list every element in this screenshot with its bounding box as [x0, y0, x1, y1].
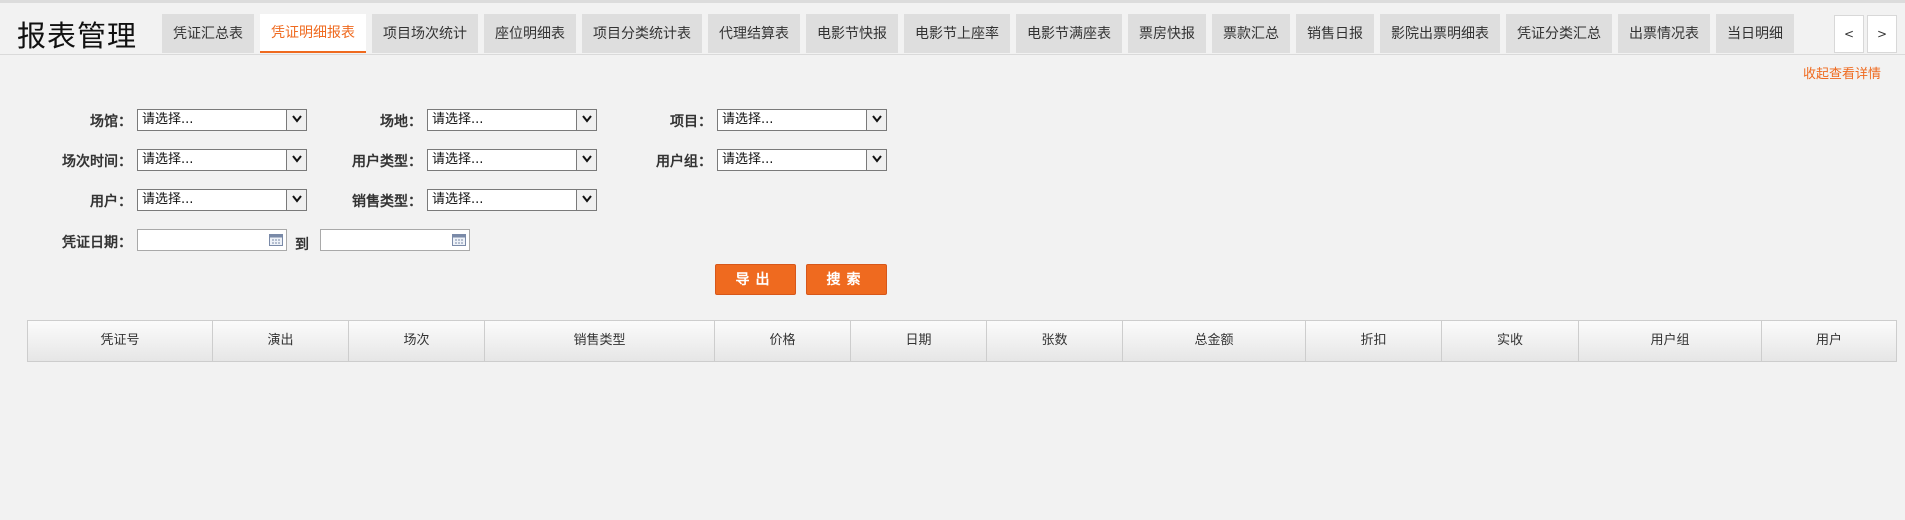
voucher-date-label: 凭证日期：: [62, 235, 132, 251]
voucher-date-to-input[interactable]: [320, 229, 470, 251]
user-type-label: 用户类型：: [352, 154, 422, 170]
calendar-icon[interactable]: [452, 234, 466, 250]
column-header-session[interactable]: 场次: [349, 321, 485, 361]
sale-type-select[interactable]: 请选择...: [427, 189, 597, 211]
tab-prev-button[interactable]: <: [1834, 15, 1864, 53]
project-select-value: 请选择...: [722, 112, 774, 127]
column-header-performance[interactable]: 演出: [213, 321, 349, 361]
user-group-select[interactable]: 请选择...: [717, 149, 887, 171]
chevron-down-icon: [576, 190, 596, 210]
tab-agent-settlement[interactable]: 代理结算表: [708, 14, 800, 53]
column-header-voucher-no[interactable]: 凭证号: [28, 321, 213, 361]
user-group-select-value: 请选择...: [722, 152, 774, 167]
site-label: 场地：: [380, 114, 422, 130]
column-header-price[interactable]: 价格: [715, 321, 851, 361]
venue-select-value: 请选择...: [142, 112, 194, 127]
column-header-total-amount[interactable]: 总金额: [1123, 321, 1306, 361]
calendar-icon[interactable]: [269, 234, 283, 250]
user-select-value: 请选择...: [142, 192, 194, 207]
column-header-quantity[interactable]: 张数: [987, 321, 1123, 361]
project-label: 项目：: [670, 114, 712, 130]
page-title: 报表管理: [17, 19, 138, 53]
tab-film-fest-flash[interactable]: 电影节快报: [806, 14, 898, 53]
report-tab-bar: 凭证汇总表 凭证明细报表 项目场次统计 座位明细表 项目分类统计表 代理结算表 电影节快报电…: [162, 14, 1827, 54]
project-select[interactable]: 请选择...: [717, 109, 887, 131]
date-range-to-label: 到: [295, 237, 309, 253]
column-header-user[interactable]: 用户: [1762, 321, 1896, 361]
chevron-down-icon: [286, 110, 306, 130]
report-table-header: 凭证号 演出 场次 销售类型 价格 日期 张数 总金额 折扣 实收 用户组 用户: [27, 320, 1897, 362]
export-button[interactable]: 导出: [715, 264, 796, 295]
chevron-down-icon: [286, 190, 306, 210]
tab-next-button[interactable]: >: [1867, 15, 1897, 53]
sale-type-select-value: 请选择...: [432, 192, 484, 207]
tab-voucher-summary[interactable]: 凭证汇总表: [162, 14, 254, 53]
tab-seat-detail[interactable]: 座位明细表: [484, 14, 576, 53]
site-select-value: 请选择...: [432, 112, 484, 127]
tab-film-fest-occupancy[interactable]: 电影节上座率: [904, 14, 1010, 53]
tab-ticket-issue-status[interactable]: 出票情况表: [1618, 14, 1710, 53]
sale-type-label: 销售类型：: [352, 194, 422, 210]
venue-select[interactable]: 请选择...: [137, 109, 307, 131]
tab-film-fest-full-house[interactable]: 电影节满座表: [1016, 14, 1122, 53]
column-header-discount[interactable]: 折扣: [1306, 321, 1442, 361]
tab-cinema-ticket-detail[interactable]: 影院出票明细表: [1380, 14, 1500, 53]
site-select[interactable]: 请选择...: [427, 109, 597, 131]
chevron-down-icon: [866, 150, 886, 170]
venue-label: 场馆：: [90, 114, 132, 130]
session-time-select[interactable]: 请选择...: [137, 149, 307, 171]
tab-ticket-revenue-summary[interactable]: 票款汇总: [1212, 14, 1290, 53]
column-header-received[interactable]: 实收: [1442, 321, 1579, 361]
voucher-date-from-input[interactable]: [137, 229, 287, 251]
tab-voucher-category-summary[interactable]: 凭证分类汇总: [1506, 14, 1612, 53]
tab-project-session-stats[interactable]: 项目场次统计: [372, 14, 478, 53]
column-header-user-group[interactable]: 用户组: [1579, 321, 1762, 361]
header-divider: [0, 54, 1905, 55]
search-button[interactable]: 搜索: [806, 264, 887, 295]
user-type-select-value: 请选择...: [432, 152, 484, 167]
chevron-down-icon: [286, 150, 306, 170]
session-time-select-value: 请选择...: [142, 152, 194, 167]
column-header-date[interactable]: 日期: [851, 321, 987, 361]
session-time-label: 场次时间：: [62, 154, 132, 170]
top-border: [0, 0, 1905, 3]
user-type-select[interactable]: 请选择...: [427, 149, 597, 171]
user-select[interactable]: 请选择...: [137, 189, 307, 211]
tab-daily-sales[interactable]: 销售日报: [1296, 14, 1374, 53]
chevron-down-icon: [866, 110, 886, 130]
collapse-details-link[interactable]: 收起查看详情: [1803, 63, 1881, 82]
chevron-down-icon: [576, 110, 596, 130]
tab-voucher-detail[interactable]: 凭证明细报表: [260, 14, 366, 53]
column-header-sale-type[interactable]: 销售类型: [485, 321, 715, 361]
user-group-label: 用户组：: [656, 154, 712, 170]
tab-project-category-stats[interactable]: 项目分类统计表: [582, 14, 702, 53]
chevron-down-icon: [576, 150, 596, 170]
tab-same-day-detail[interactable]: 当日明细: [1716, 14, 1794, 53]
user-label: 用户：: [90, 194, 132, 210]
tab-box-office-flash[interactable]: 票房快报: [1128, 14, 1206, 53]
